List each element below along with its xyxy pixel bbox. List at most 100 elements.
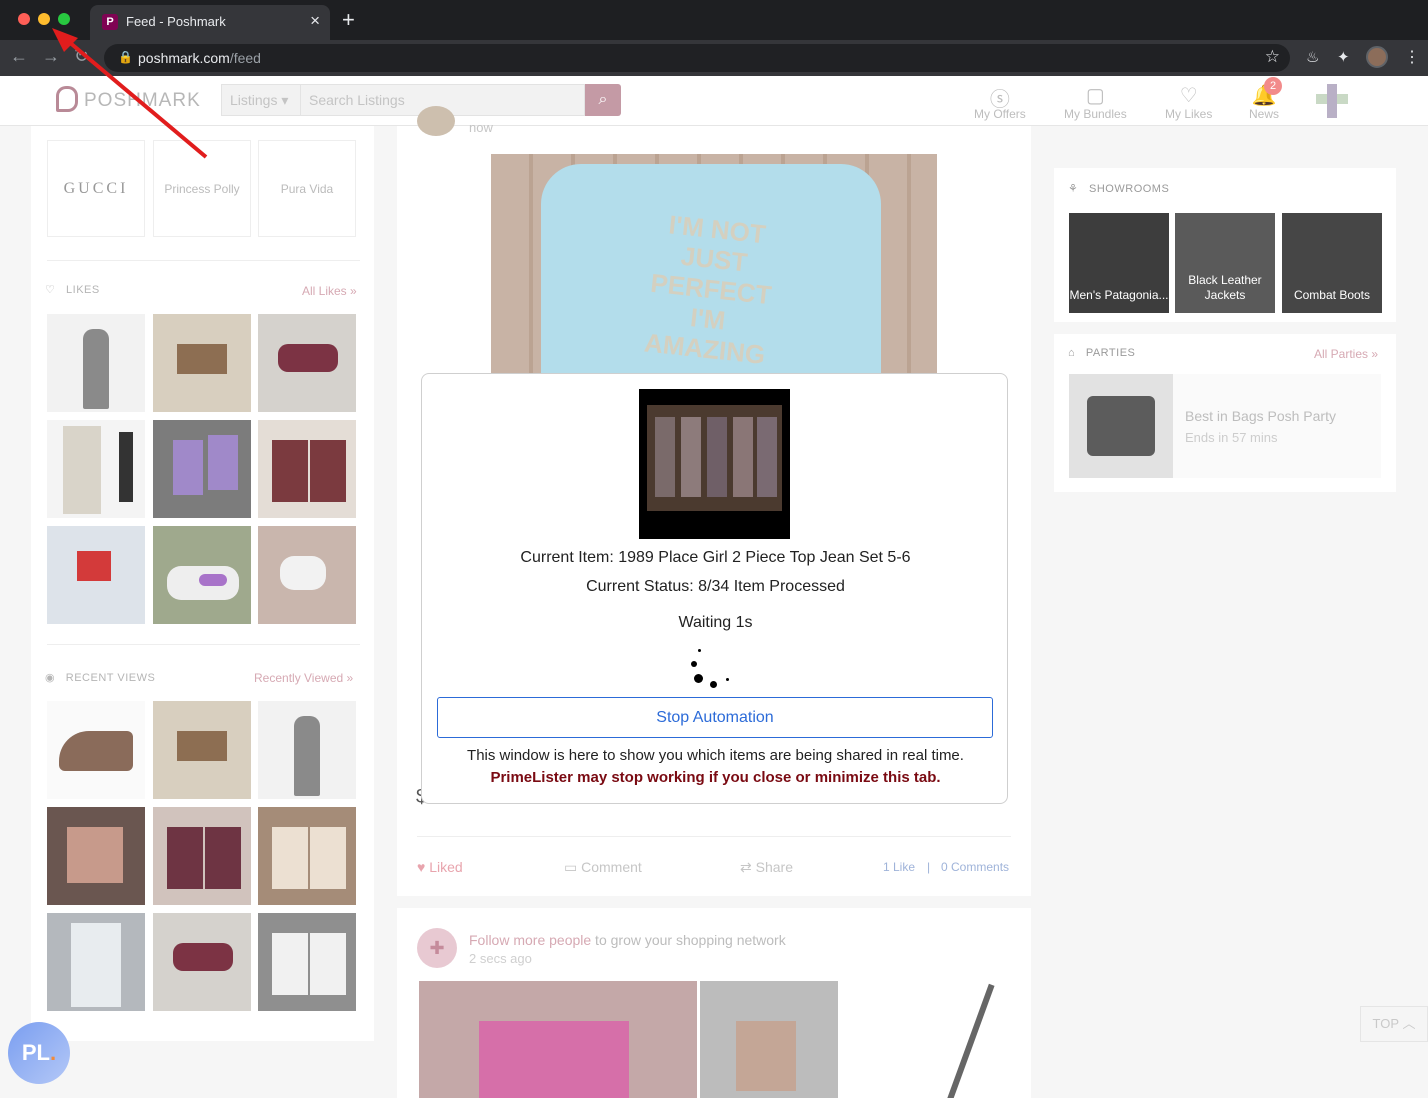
- brand-tile-princess-polly[interactable]: Princess Polly: [153, 140, 251, 237]
- follow-more-link[interactable]: Follow more people: [469, 932, 591, 948]
- heart-icon: ♡: [1179, 85, 1198, 107]
- party-name: Best in Bags Posh Party: [1185, 408, 1336, 424]
- share-icon: ⇄: [740, 859, 752, 875]
- divider: [47, 644, 360, 645]
- minimize-window-button[interactable]: [38, 13, 50, 25]
- lock-icon: 🔒: [118, 50, 133, 64]
- all-parties-link[interactable]: All Parties »: [1314, 347, 1378, 361]
- add-person-icon: ✚: [417, 928, 457, 968]
- poshmark-logo-icon[interactable]: [56, 86, 78, 112]
- comments-count-link[interactable]: 0 Comments: [941, 860, 1009, 874]
- primelister-share-modal: Current Item: 1989 Place Girl 2 Piece To…: [421, 373, 1008, 804]
- recent-item-4[interactable]: [47, 807, 145, 905]
- suggested-item-3[interactable]: [927, 981, 1011, 1098]
- user-avatar[interactable]: [1316, 84, 1348, 118]
- back-icon[interactable]: ←: [10, 46, 28, 67]
- follow-time: 2 secs ago: [469, 951, 532, 966]
- like-item-4[interactable]: [47, 420, 145, 518]
- back-to-top-button[interactable]: TOP ︿: [1360, 1006, 1428, 1042]
- url-text: poshmark.com/feed: [138, 50, 261, 66]
- like-item-8[interactable]: [153, 526, 251, 624]
- bag-icon: ▢: [1085, 85, 1105, 107]
- share-button[interactable]: ⇄ Share: [740, 859, 793, 876]
- extension-icon[interactable]: ♨: [1306, 48, 1319, 66]
- current-item-image: [639, 389, 790, 539]
- chevron-up-icon: ︿: [1402, 1016, 1416, 1031]
- recently-viewed-link[interactable]: Recently Viewed »: [254, 671, 353, 685]
- forward-icon[interactable]: →: [42, 46, 60, 67]
- stop-automation-button[interactable]: Stop Automation: [437, 697, 993, 738]
- like-item-9[interactable]: [258, 526, 356, 624]
- new-tab-icon[interactable]: +: [342, 7, 355, 33]
- product-image[interactable]: I'M NOT JUST PERFECT I'M AMAZING: [491, 154, 937, 384]
- search-button[interactable]: ⌕: [585, 84, 621, 116]
- like-item-3[interactable]: [258, 314, 356, 412]
- news-badge: 2: [1264, 77, 1282, 95]
- divider: [47, 260, 360, 261]
- recent-item-5[interactable]: [153, 807, 251, 905]
- logo-text[interactable]: POSHMARK: [84, 90, 201, 112]
- liked-button[interactable]: ♥ Liked: [417, 859, 463, 875]
- primelister-badge[interactable]: PL.: [8, 1022, 70, 1084]
- like-item-6[interactable]: [258, 420, 356, 518]
- nav-my-offers[interactable]: ⓢ My Offers: [974, 83, 1026, 121]
- like-item-1[interactable]: [47, 314, 145, 412]
- parties-card: ⌂ PARTIES All Parties » Best in Bags Pos…: [1054, 334, 1396, 492]
- showroom-combat-boots[interactable]: Combat Boots: [1282, 213, 1382, 313]
- current-status-text: Current Status: 8/34 Item Processed: [586, 578, 845, 595]
- recent-item-9[interactable]: [258, 913, 356, 1011]
- browser-tab[interactable]: P Feed - Poshmark ×: [90, 5, 330, 40]
- nav-my-likes[interactable]: ♡ My Likes: [1165, 83, 1212, 121]
- all-likes-link[interactable]: All Likes »: [302, 284, 357, 298]
- close-window-button[interactable]: [18, 13, 30, 25]
- close-tab-icon[interactable]: ×: [310, 11, 320, 31]
- recent-item-2[interactable]: [153, 701, 251, 799]
- suggested-item-2[interactable]: [700, 981, 838, 1098]
- nav-my-bundles[interactable]: ▢ My Bundles: [1064, 83, 1127, 121]
- parties-heading: ⌂ PARTIES: [1068, 347, 1136, 359]
- like-item-7[interactable]: [47, 526, 145, 624]
- recent-item-7[interactable]: [47, 913, 145, 1011]
- tab-title: Feed - Poshmark: [126, 14, 226, 29]
- comment-button[interactable]: ▭ Comment: [564, 859, 642, 876]
- maximize-window-button[interactable]: [58, 13, 70, 25]
- recent-item-3[interactable]: [258, 701, 356, 799]
- recent-views-heading: ◉ RECENT VIEWS: [45, 672, 156, 684]
- like-item-2[interactable]: [153, 314, 251, 412]
- feed-follow-card: ✚ Follow more people to grow your shoppi…: [397, 908, 1031, 1098]
- address-bar[interactable]: 🔒 poshmark.com/feed ☆: [104, 44, 1290, 72]
- showroom-black-leather-jackets[interactable]: Black Leather Jackets: [1175, 213, 1275, 313]
- showrooms-card: ⚘ SHOWROOMS Men's Patagonia... Black Lea…: [1054, 168, 1396, 322]
- showroom-mens-patagonia[interactable]: Men's Patagonia...: [1069, 213, 1169, 313]
- divider: [417, 836, 1011, 837]
- like-item-5[interactable]: [153, 420, 251, 518]
- search-icon: ⌕: [598, 91, 608, 108]
- recent-item-6[interactable]: [258, 807, 356, 905]
- offers-icon: ⓢ: [989, 89, 1010, 111]
- likes-heading: ♡ LIKES: [45, 284, 100, 296]
- poster-avatar[interactable]: [417, 106, 455, 136]
- suggested-item-1[interactable]: [419, 981, 697, 1098]
- reload-icon[interactable]: ↻: [74, 46, 89, 67]
- brand-tile-gucci[interactable]: GUCCI: [47, 140, 145, 237]
- profile-avatar[interactable]: [1366, 46, 1388, 68]
- category-select[interactable]: Listings ▾: [221, 84, 301, 116]
- brand-tile-pura-vida[interactable]: Pura Vida: [258, 140, 356, 237]
- party-image[interactable]: [1069, 374, 1173, 478]
- left-sidebar: GUCCI Princess Polly Pura Vida ♡ LIKES A…: [31, 126, 374, 1041]
- bookmark-star-icon[interactable]: ☆: [1265, 47, 1280, 67]
- modal-info-text: This window is here to show you which it…: [467, 747, 964, 764]
- recent-item-8[interactable]: [153, 913, 251, 1011]
- menu-kebab-icon[interactable]: ⋮: [1404, 47, 1420, 67]
- follow-message: Follow more people to grow your shopping…: [469, 932, 786, 948]
- likes-count-link[interactable]: 1 Like: [883, 860, 915, 874]
- recent-item-1[interactable]: [47, 701, 145, 799]
- party-info[interactable]: Best in Bags Posh Party Ends in 57 mins: [1173, 374, 1381, 478]
- party-ends: Ends in 57 mins: [1185, 430, 1278, 445]
- heart-filled-icon: ♥: [417, 859, 426, 875]
- poshmark-favicon-icon: P: [102, 14, 118, 30]
- puzzle-extensions-icon[interactable]: ✦: [1337, 48, 1350, 66]
- post-timestamp: now: [469, 120, 493, 135]
- waiting-text: Waiting 1s: [678, 614, 753, 631]
- separator: |: [927, 860, 931, 874]
